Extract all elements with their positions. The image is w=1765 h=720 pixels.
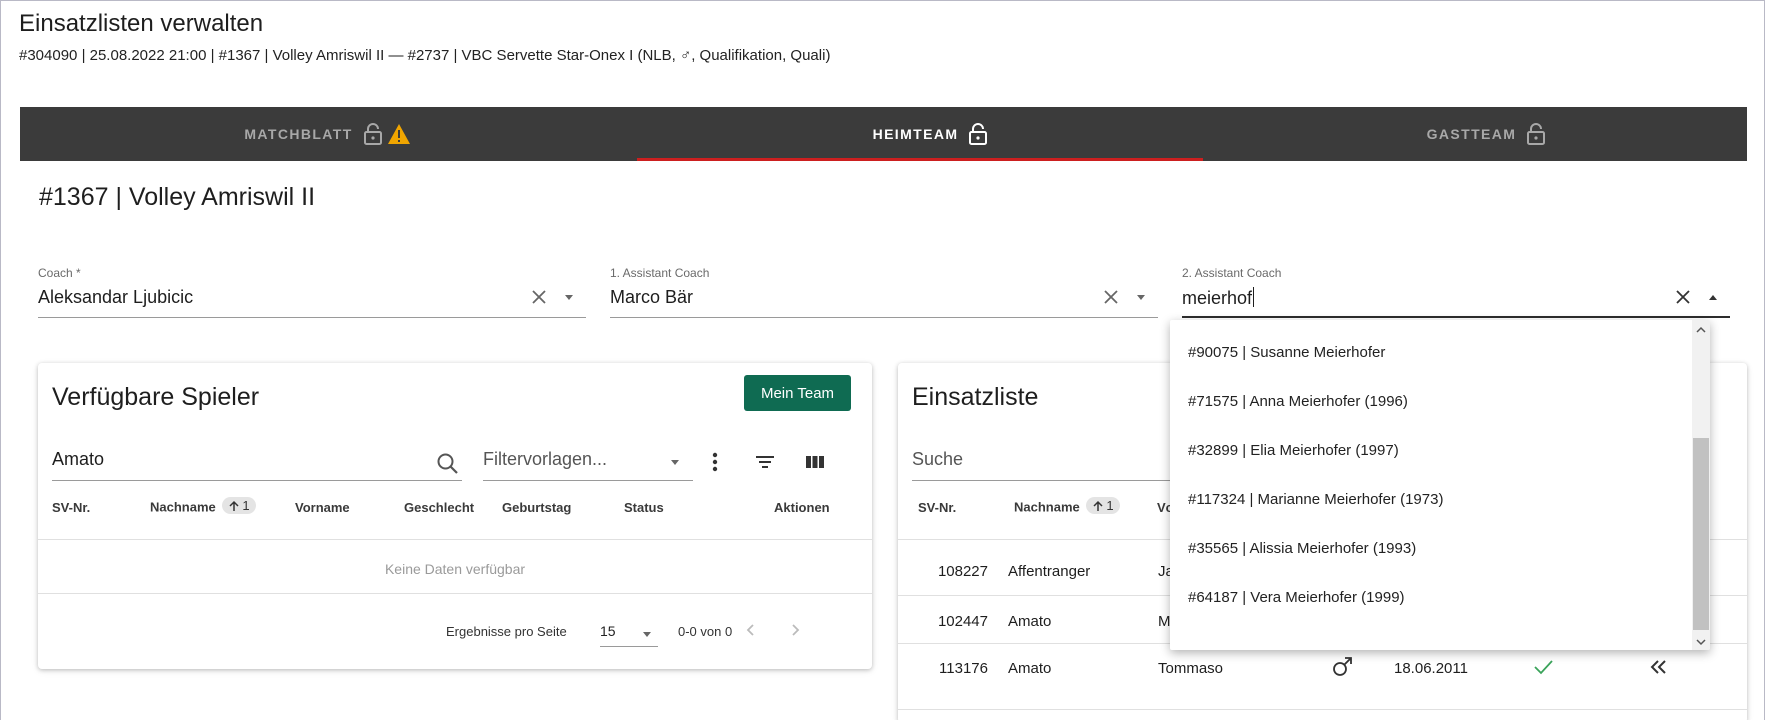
page-title: Einsatzlisten verwalten (19, 10, 264, 37)
dropdown-option[interactable]: #32899 | Elia Meierhofer (1997) (1170, 423, 1692, 477)
coach-autocomplete-dropdown: #90075 | Susanne Meierhofer #71575 | Ann… (1170, 320, 1710, 650)
row-sv-nr: 113176 (939, 660, 988, 677)
assistant-coach-1-field[interactable]: 1. Assistant Coach Marco Bär (610, 266, 1158, 318)
row-nachname: Amato (1008, 660, 1052, 677)
tab-matchblatt[interactable]: MATCHBLATT (20, 107, 635, 161)
divider (38, 593, 872, 594)
divider (38, 539, 872, 540)
available-players-card: Verfügbare Spieler Mein Team SV-Nr. Nach… (38, 363, 872, 669)
dropdown-option[interactable]: #64187 | Vera Meierhofer (1999) (1170, 570, 1692, 624)
assistant-coach-2-input[interactable]: meierhof (1182, 287, 1255, 309)
row-sv-nr: 108227 (937, 563, 988, 580)
sort-index: 1 (1106, 498, 1114, 513)
column-header-nachname-label: Nachname (1014, 499, 1080, 515)
lock-icon (968, 123, 988, 145)
previous-page-icon[interactable] (738, 617, 764, 643)
match-subtitle: #304090 | 25.08.2022 21:00 | #1367 | Vol… (19, 47, 831, 64)
column-header-nachname[interactable]: Nachname 1 (150, 497, 256, 515)
row-nachname: Amato (1008, 613, 1052, 630)
active-tab-indicator (637, 158, 1203, 161)
dropdown-option[interactable]: #90075 | Susanne Meierhofer (1170, 325, 1692, 379)
mein-team-button[interactable]: Mein Team (744, 375, 851, 411)
column-header-nachname[interactable]: Nachname 1 (1014, 497, 1120, 515)
assistant-coach-1-value: Marco Bär (610, 287, 694, 307)
coach-value: Aleksandar Ljubicic (38, 287, 194, 307)
assistant-coach-2-label: 2. Assistant Coach (1182, 266, 1282, 280)
player-search-input[interactable] (52, 449, 462, 470)
filter-list-icon[interactable] (752, 449, 778, 475)
row-sv-nr: 102447 (937, 613, 988, 630)
column-header-aktionen: Aktionen (774, 500, 830, 515)
per-page-select[interactable]: 15 (600, 617, 658, 647)
assistant-coach-1-label: 1. Assistant Coach (610, 266, 710, 280)
sort-badge: 1 (1086, 497, 1120, 514)
search-icon[interactable] (435, 451, 461, 477)
lineup-search-input[interactable] (912, 449, 1212, 470)
row-nachname: Affentranger (1008, 563, 1091, 580)
next-page-icon[interactable] (782, 617, 808, 643)
male-icon (1330, 653, 1356, 683)
row-geburtstag: 18.06.2011 (1394, 660, 1468, 677)
clear-icon[interactable] (1100, 286, 1122, 308)
tab-matchblatt-label: MATCHBLATT (244, 126, 353, 142)
text-caret (1253, 287, 1255, 307)
available-players-title: Verfügbare Spieler (52, 383, 260, 411)
chevron-down-icon (643, 632, 651, 637)
tab-gastteam-label: GASTTEAM (1426, 126, 1517, 142)
sort-badge: 1 (222, 497, 256, 514)
column-header-status[interactable]: Status (624, 500, 664, 515)
scroll-down-icon[interactable] (1695, 635, 1707, 647)
dropdown-option[interactable]: #71575 | Anna Meierhofer (1996) (1170, 374, 1692, 428)
per-page-label: Ergebnisse pro Seite (446, 624, 567, 639)
dropdown-scrollbar[interactable] (1692, 320, 1710, 650)
arrow-up-icon (1093, 500, 1103, 511)
tab-heimteam-label: HEIMTEAM (872, 126, 959, 142)
column-header-sv-nr[interactable]: SV-Nr. (52, 500, 90, 515)
sort-index: 1 (242, 498, 250, 513)
lineup-title: Einsatzliste (912, 383, 1039, 411)
chevron-down-icon[interactable] (562, 290, 576, 304)
dropdown-option[interactable]: #117324 | Marianne Meierhofer (1973) (1170, 472, 1692, 526)
arrow-up-icon (229, 500, 239, 511)
filter-template-select[interactable] (483, 441, 693, 481)
row-vorname: Tommaso (1158, 660, 1224, 677)
dropdown-option[interactable]: #35565 | Alissia Meierhofer (1993) (1170, 521, 1692, 575)
view-columns-icon[interactable] (802, 449, 828, 475)
assistant-coach-2-field[interactable]: 2. Assistant Coach meierhof (1182, 266, 1730, 318)
double-chevron-left-icon[interactable] (1648, 656, 1670, 682)
empty-state-text: Keine Daten verfügbar (384, 561, 526, 577)
chevron-down-icon[interactable] (1134, 290, 1148, 304)
per-page-value: 15 (600, 623, 616, 639)
column-header-geburtstag[interactable]: Geburtstag (502, 500, 571, 515)
lineup-search-field[interactable] (912, 441, 1212, 481)
column-header-vorname[interactable]: Vorname (295, 500, 350, 515)
clear-icon[interactable] (528, 286, 550, 308)
coach-field[interactable]: Coach * Aleksandar Ljubicic (38, 266, 586, 318)
chevron-down-icon[interactable] (668, 455, 682, 469)
divider (898, 709, 1747, 710)
more-vert-icon[interactable] (702, 449, 728, 475)
column-header-nachname-label: Nachname (150, 499, 216, 515)
lock-icon (363, 123, 383, 145)
check-icon (1532, 656, 1554, 682)
scrollbar-thumb[interactable] (1693, 438, 1709, 630)
tab-gastteam[interactable]: GASTTEAM (1226, 107, 1747, 161)
team-title: #1367 | Volley Amriswil II (39, 183, 316, 211)
scroll-up-icon[interactable] (1695, 323, 1707, 335)
tab-bar: MATCHBLATT HEIMTEAM GASTTEAM (20, 107, 1747, 161)
pager-range: 0-0 von 0 (678, 624, 733, 639)
row-vorname: M (1158, 613, 1171, 630)
clear-icon[interactable] (1672, 286, 1694, 308)
filter-template-input[interactable] (483, 449, 693, 470)
column-header-sv-nr[interactable]: SV-Nr. (918, 500, 956, 515)
coach-label: Coach * (38, 266, 81, 280)
player-search-field[interactable] (52, 441, 462, 481)
lock-icon (1526, 123, 1546, 145)
tab-heimteam[interactable]: HEIMTEAM (635, 107, 1226, 161)
chevron-up-icon[interactable] (1706, 290, 1720, 304)
assistant-coach-2-value: meierhof (1182, 288, 1253, 308)
column-header-geschlecht[interactable]: Geschlecht (404, 500, 474, 515)
warning-icon (387, 123, 411, 145)
